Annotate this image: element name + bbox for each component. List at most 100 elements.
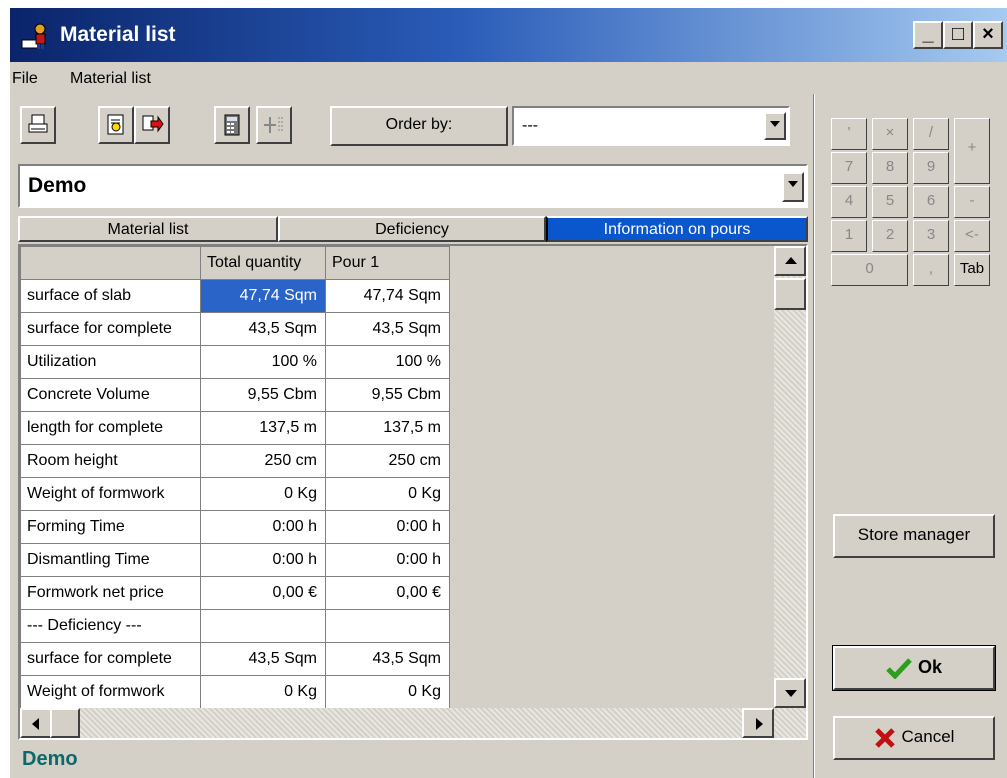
ok-button[interactable]: Ok [832,645,996,691]
cell-pour-1[interactable]: 43,5 Sqm [325,312,450,346]
title-bar: Material list _ □ × [10,8,1007,62]
cell-pour-1[interactable] [325,609,450,643]
cell-pour-1[interactable]: 43,5 Sqm [325,642,450,676]
export-button[interactable] [134,106,170,144]
cell-pour-1[interactable]: 137,5 m [325,411,450,445]
close-button[interactable]: × [973,21,1003,49]
key-0[interactable]: 0 [831,254,908,286]
row-label[interactable]: Dismantling Time [20,543,201,577]
cell-pour-1[interactable]: 250 cm [325,444,450,478]
key-3[interactable]: 3 [913,220,949,252]
cancel-label: Cancel [901,727,955,746]
pour-info-grid: Total quantity Pour 1 surface of slab 47,… [18,244,808,740]
insert-grid-icon [264,117,283,133]
table-row: Weight of formwork 0 Kg 0 Kg [20,477,450,511]
cell-total-quantity[interactable]: 43,5 Sqm [200,642,326,676]
chevron-down-icon[interactable] [764,112,786,140]
key-multiply[interactable]: × [872,118,908,150]
key-7[interactable]: 7 [831,152,867,184]
tab-material-list[interactable]: Material list [18,216,278,242]
cell-total-quantity[interactable]: 0 Kg [200,675,326,709]
table-header-row: Total quantity Pour 1 [20,246,450,280]
cell-total-quantity[interactable]: 0:00 h [200,510,326,544]
chevron-down-icon[interactable] [782,172,804,202]
row-label[interactable]: surface for complete [20,312,201,346]
menu-file[interactable]: File [12,70,38,88]
maximize-button[interactable]: □ [943,21,973,49]
key-2[interactable]: 2 [872,220,908,252]
row-label[interactable]: Forming Time [20,510,201,544]
tab-deficiency[interactable]: Deficiency [278,216,546,242]
cell-total-quantity[interactable]: 250 cm [200,444,326,478]
key-6[interactable]: 6 [913,186,949,218]
cell-total-quantity[interactable]: 0,00 € [200,576,326,610]
row-label[interactable]: Weight of formwork [20,675,201,709]
horizontal-scrollbar[interactable] [20,708,806,738]
key-tab[interactable]: Tab [954,254,990,286]
key-8[interactable]: 8 [872,152,908,184]
minimize-button[interactable]: _ [913,21,943,49]
row-label[interactable]: Formwork net price [20,576,201,610]
scroll-right-button[interactable] [742,708,774,738]
cell-pour-1[interactable]: 9,55 Cbm [325,378,450,412]
key-4[interactable]: 4 [831,186,867,218]
vertical-scrollbar[interactable] [774,246,806,708]
row-label[interactable]: Concrete Volume [20,378,201,412]
row-label[interactable]: Utilization [20,345,201,379]
store-manager-button[interactable]: Store manager [833,514,995,558]
preview-button[interactable] [98,106,134,144]
scroll-left-button[interactable] [20,708,52,738]
status-bar: Demo [22,748,78,770]
row-label[interactable]: --- Deficiency --- [20,609,201,643]
table-row: --- Deficiency --- [20,609,450,643]
scroll-down-button[interactable] [774,678,806,708]
row-label[interactable]: Room height [20,444,201,478]
cell-total-quantity[interactable]: 137,5 m [200,411,326,445]
vertical-scroll-thumb[interactable] [774,278,806,310]
horizontal-scroll-thumb[interactable] [50,708,80,738]
order-by-select[interactable]: --- [512,106,790,146]
key-minus[interactable]: - [954,186,990,218]
cell-pour-1[interactable]: 100 % [325,345,450,379]
print-button[interactable] [20,106,56,144]
key-backspace[interactable]: <- [954,220,990,252]
cell-total-quantity[interactable]: 47,74 Sqm [200,279,326,313]
cell-pour-1[interactable]: 0:00 h [325,543,450,577]
cell-total-quantity[interactable]: 43,5 Sqm [200,312,326,346]
tab-information-on-pours[interactable]: Information on pours [546,216,808,242]
key-divide[interactable]: / [913,118,949,150]
key-comma[interactable]: , [913,254,949,286]
cell-total-quantity[interactable]: 9,55 Cbm [200,378,326,412]
menu-bar: File Material list [10,64,1007,94]
insert-grid-button[interactable] [256,106,292,144]
numeric-keypad: ' × / +7 8 9 4 5 6- 1 2 3 <- 0, Tab [831,118,996,290]
cell-pour-1[interactable]: 0,00 € [325,576,450,610]
calculator-icon [224,114,240,136]
key-9[interactable]: 9 [913,152,949,184]
menu-material-list[interactable]: Material list [70,70,151,88]
cell-total-quantity[interactable]: 0 Kg [200,477,326,511]
column-header-pour-1[interactable]: Pour 1 [325,246,450,280]
cell-pour-1[interactable]: 47,74 Sqm [325,279,450,313]
key-5[interactable]: 5 [872,186,908,218]
printer-icon [28,114,48,133]
cell-total-quantity[interactable]: 100 % [200,345,326,379]
cancel-button[interactable]: Cancel [833,716,995,760]
row-label[interactable]: Weight of formwork [20,477,201,511]
row-label[interactable]: surface of slab [20,279,201,313]
calculator-button[interactable] [214,106,250,144]
cell-total-quantity[interactable] [200,609,326,643]
cell-total-quantity[interactable]: 0:00 h [200,543,326,577]
cell-pour-1[interactable]: 0 Kg [325,675,450,709]
row-label[interactable]: surface for complete [20,642,201,676]
project-select[interactable]: Demo [18,164,808,208]
row-label[interactable]: length for complete [20,411,201,445]
key-plus[interactable]: + [954,118,990,184]
column-header-total[interactable]: Total quantity [200,246,326,280]
cell-pour-1[interactable]: 0 Kg [325,477,450,511]
key-1[interactable]: 1 [831,220,867,252]
cell-pour-1[interactable]: 0:00 h [325,510,450,544]
order-by-button[interactable]: Order by: [330,106,508,146]
scroll-up-button[interactable] [774,246,806,276]
key-quote[interactable]: ' [831,118,867,150]
